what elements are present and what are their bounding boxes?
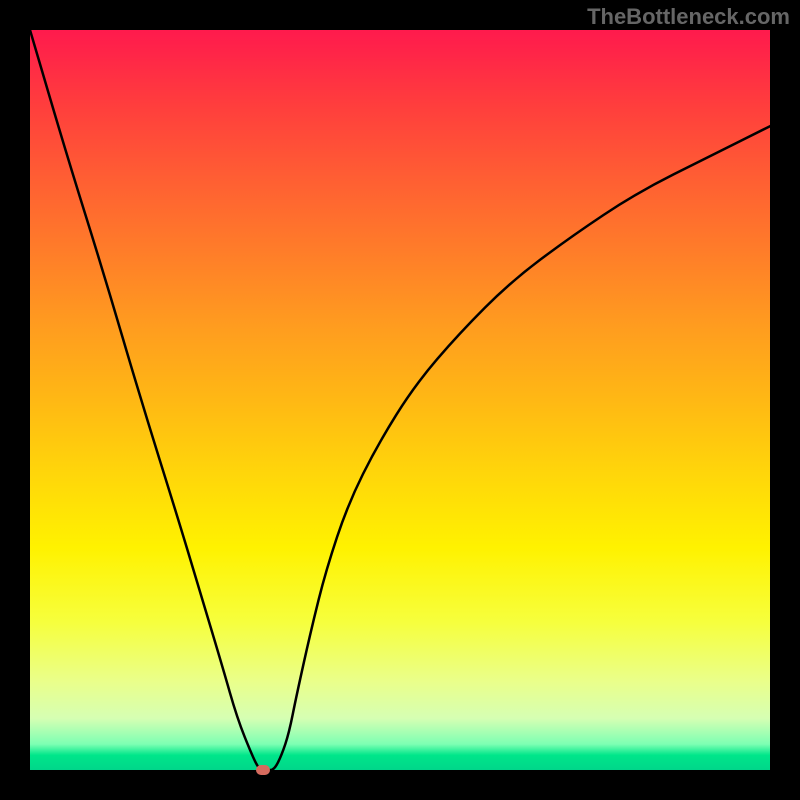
chart-plot-area	[30, 30, 770, 770]
chart-minimum-marker	[256, 765, 270, 775]
watermark-text: TheBottleneck.com	[587, 4, 790, 30]
chart-curve	[30, 30, 770, 770]
